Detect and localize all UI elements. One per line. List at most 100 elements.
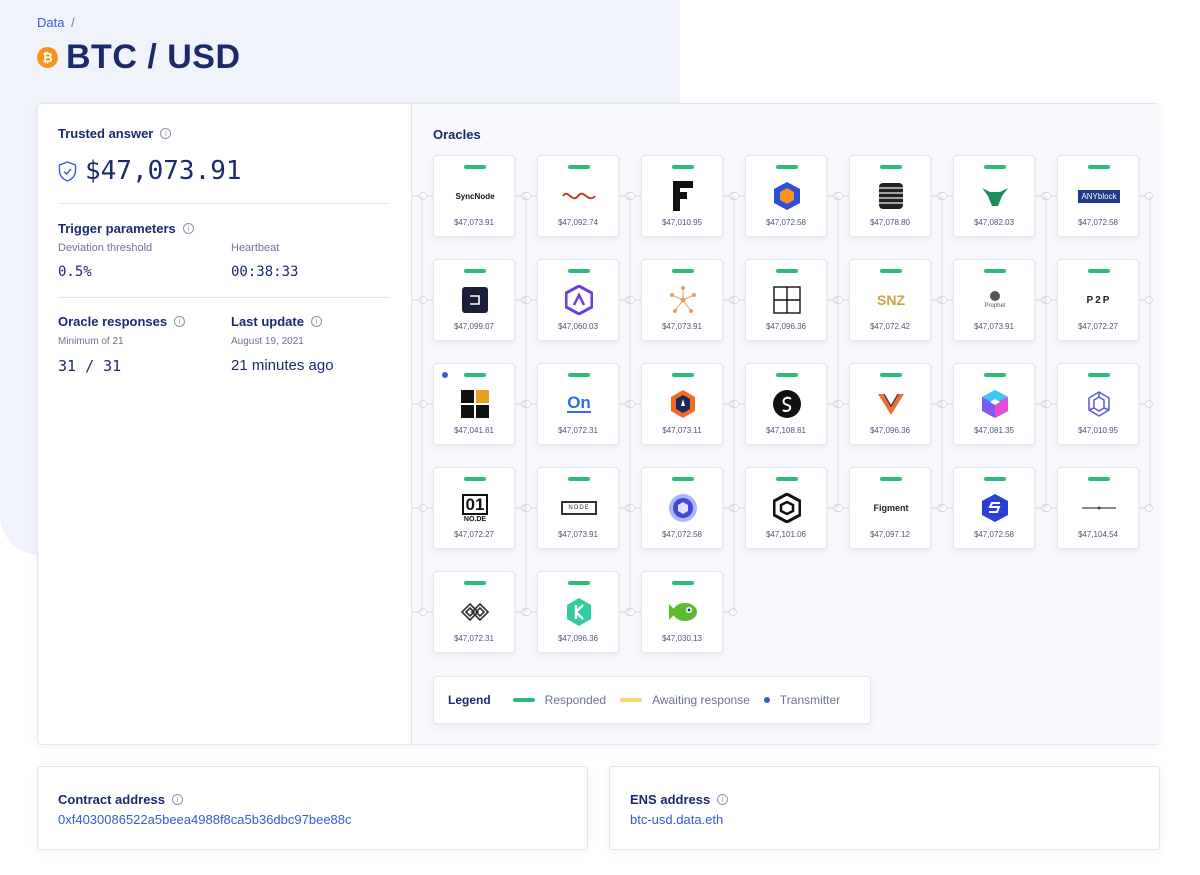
v-logo-logo-icon [871, 384, 911, 424]
oracle-card[interactable]: $47,041.61 [433, 363, 515, 445]
oracle-card[interactable]: $47,101.06 [745, 467, 827, 549]
oracle-card[interactable]: $47,060.03 [537, 259, 619, 341]
connector-node [523, 296, 531, 304]
oracle-price: $47,104.54 [1077, 530, 1119, 539]
legend-responded: Responded [512, 693, 606, 707]
oracle-price: $47,072.58 [661, 530, 703, 539]
ens-address-label: ENS address i [630, 792, 729, 807]
responded-status-indicator [1088, 373, 1110, 377]
oracle-card[interactable]: $47,108.61 [745, 363, 827, 445]
connector-node [731, 400, 739, 408]
oracle-card[interactable]: $47,096.36 [745, 259, 827, 341]
connector-node [523, 608, 531, 616]
oracle-card[interactable]: $47,096.36 [537, 571, 619, 653]
oracle-card[interactable]: $47,030.13 [641, 571, 723, 653]
trigger-parameters-label: Trigger parameters i [58, 221, 194, 236]
connector-node [419, 192, 427, 200]
oracle-card[interactable]: $47,104.54 [1057, 467, 1139, 549]
oracle-price: $47,072.31 [557, 426, 599, 435]
connector-node [1043, 400, 1051, 408]
ens-address-link[interactable]: btc-usd.data.eth [630, 812, 723, 827]
trusted-answer: $47,073.91 [58, 156, 242, 186]
responded-status-indicator [568, 373, 590, 377]
connector-node [1145, 296, 1153, 304]
divider [58, 297, 390, 298]
responded-status-indicator [464, 477, 486, 481]
hexagon-blue-logo-icon [767, 176, 807, 216]
contract-address-link[interactable]: 0xf4030086522a5beea4988f8ca5b36dbc97bee8… [58, 812, 352, 827]
oracle-price: $47,010.95 [661, 218, 703, 227]
oracle-card[interactable]: $47,096.36 [849, 363, 931, 445]
oracle-card[interactable]: 01 NO.DE $47,072.27 [433, 467, 515, 549]
responded-status-indicator [776, 373, 798, 377]
connector-node [731, 504, 739, 512]
oracle-card[interactable]: $47,072.58 [953, 467, 1035, 549]
connector-node [835, 192, 843, 200]
connector-node [835, 504, 843, 512]
connector-node [523, 400, 531, 408]
info-icon[interactable]: i [310, 316, 322, 327]
oracle-price: $47,073.91 [453, 218, 495, 227]
breadcrumb-data-link[interactable]: Data [37, 15, 64, 30]
connector-node [729, 608, 737, 616]
oracle-card[interactable]: $47,078.80 [849, 155, 931, 237]
responded-status-indicator [880, 269, 902, 273]
last-update-label-text: Last update [231, 314, 304, 329]
last-update-label: Last update i [231, 314, 322, 329]
info-icon[interactable]: i [160, 128, 172, 139]
oracles-panel: Oracles SyncNode $47,073.91 $47,092.74 $47,… [412, 104, 1160, 744]
connector-node [419, 504, 427, 512]
oracle-card[interactable]: $47,010.95 [1057, 363, 1139, 445]
oracle-price: $47,072.31 [453, 634, 495, 643]
oracle-card[interactable]: SNZ $47,072.42 [849, 259, 931, 341]
oracle-card[interactable]: Figment $47,097.12 [849, 467, 931, 549]
info-icon[interactable]: i [171, 794, 183, 805]
transmitter-swatch [763, 697, 770, 703]
oracle-price: $47,096.36 [557, 634, 599, 643]
oracle-card[interactable]: $47,081.35 [953, 363, 1035, 445]
on-logo-icon: On [567, 393, 591, 413]
blocks-logo-icon [455, 384, 495, 424]
oracle-card[interactable]: ANYblock $47,072.58 [1057, 155, 1139, 237]
feed-summary-panel: Trusted answer i $47,073.91 Trigger para… [38, 104, 412, 744]
oracle-price: $47,096.36 [869, 426, 911, 435]
oracle-card[interactable]: NODE $47,073.91 [537, 467, 619, 549]
ens-address-label-text: ENS address [630, 792, 711, 807]
oracle-card[interactable]: $47,092.74 [537, 155, 619, 237]
info-icon[interactable]: i [717, 794, 729, 805]
knot-logo-icon [1079, 384, 1119, 424]
connector-node [627, 504, 635, 512]
oracle-price: $47,092.74 [557, 218, 599, 227]
oracle-card[interactable]: $47,073.91 [641, 259, 723, 341]
info-icon[interactable]: i [182, 223, 194, 234]
oracle-card[interactable]: $47,072.31 [433, 571, 515, 653]
oracle-price: $47,073.91 [557, 530, 599, 539]
oracle-card[interactable]: $47,072.58 [641, 467, 723, 549]
trigger-parameters-label-text: Trigger parameters [58, 221, 176, 236]
oracle-price: $47,082.03 [973, 218, 1015, 227]
oracle-card[interactable]: On $47,072.31 [537, 363, 619, 445]
responded-status-indicator [672, 373, 694, 377]
oracle-card[interactable]: P2P $47,072.27 [1057, 259, 1139, 341]
kyber-logo-icon [559, 592, 599, 632]
oracle-card[interactable]: $47,073.11 [641, 363, 723, 445]
responded-status-indicator [464, 165, 486, 169]
cube-logo-icon [975, 384, 1015, 424]
shield-icon [58, 160, 77, 182]
connector-node [939, 504, 947, 512]
purple-hex-logo-icon [559, 280, 599, 320]
oracle-price: $47,072.58 [1077, 218, 1119, 227]
oracle-card[interactable]: SyncNode $47,073.91 [433, 155, 515, 237]
ens-address-card: ENS address i btc-usd.data.eth [609, 766, 1160, 850]
oracle-card[interactable]: $47,072.58 [745, 155, 827, 237]
responded-status-indicator [984, 373, 1006, 377]
oracle-card[interactable]: $47,099.07 [433, 259, 515, 341]
oracle-card[interactable]: Prophet $47,073.91 [953, 259, 1035, 341]
syncnode-logo-icon: SyncNode [455, 191, 495, 201]
oracle-card[interactable]: $47,010.95 [641, 155, 723, 237]
oracle-card[interactable]: $47,082.03 [953, 155, 1035, 237]
snz-logo-icon: SNZ [877, 292, 905, 308]
anyblock-logo-icon: ANYblock [1078, 176, 1120, 216]
oracle-responses-label: Oracle responses i [58, 314, 186, 329]
info-icon[interactable]: i [174, 316, 186, 327]
